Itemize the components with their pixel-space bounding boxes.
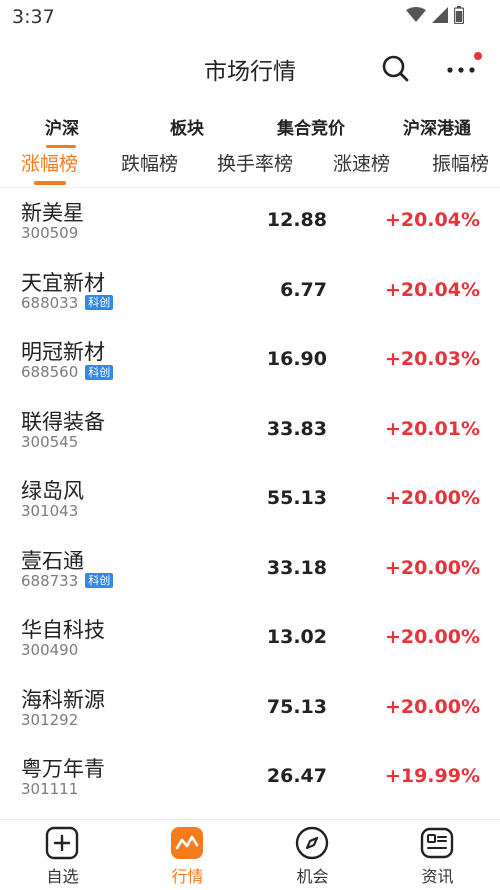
- tab-hushen[interactable]: 沪深: [45, 114, 79, 139]
- stock-price: 33.18: [266, 556, 327, 579]
- stock-code-group: 301043: [21, 502, 78, 520]
- stock-price: 55.13: [266, 487, 327, 509]
- stock-change: +20.04%: [384, 278, 480, 301]
- status-bar: 3:37: [0, 0, 500, 34]
- stock-change: +20.01%: [384, 417, 480, 440]
- stock-name: 天宜新材: [21, 270, 105, 295]
- status-icons: [406, 6, 464, 24]
- star-market-badge: 科创: [85, 364, 114, 380]
- search-icon: [382, 55, 409, 82]
- stock-name: 壹石通: [21, 548, 84, 573]
- stock-list: 新美星 300509 12.88 +20.04% 天宜新材 688033 科创 …: [0, 187, 500, 813]
- signal-icon: [432, 7, 448, 23]
- wifi-icon: [406, 7, 426, 22]
- stock-name: 新美星: [21, 201, 84, 225]
- stock-change: +20.00%: [384, 556, 480, 579]
- stock-row[interactable]: 绿岛风 301043 55.13 +20.00%: [0, 465, 500, 535]
- nav-label: 行情: [171, 867, 204, 886]
- nav-opportunity[interactable]: 机会: [250, 820, 375, 890]
- nav-label: 资讯: [421, 867, 454, 886]
- stock-code: 688560: [21, 363, 79, 381]
- nav-market[interactable]: 行情: [125, 820, 250, 890]
- star-market-badge: 科创: [85, 295, 114, 310]
- stock-price: 75.13: [266, 695, 327, 718]
- more-dots-icon: [447, 52, 482, 73]
- stock-row[interactable]: 壹石通 688733 科创 33.18 +20.00%: [0, 535, 500, 605]
- ranking-active-indicator: [34, 181, 66, 185]
- stock-price: 16.90: [266, 348, 327, 370]
- nav-label: 自选: [46, 867, 79, 886]
- category-tabs: 沪深 板块 集合竞价 沪深港通: [0, 114, 500, 148]
- nav-news[interactable]: 资讯: [375, 820, 500, 890]
- stock-name: 华自科技: [21, 618, 105, 642]
- nav-label: 机会: [296, 867, 329, 886]
- stock-name: 绿岛风: [21, 479, 84, 503]
- stock-name: 海科新源: [21, 687, 105, 712]
- stock-row[interactable]: 联得装备 300545 33.83 +20.01%: [0, 396, 500, 466]
- stock-name: 联得装备: [21, 409, 105, 434]
- stock-code: 301292: [21, 710, 79, 729]
- stock-code: 688733: [21, 571, 79, 590]
- stock-code-group: 300545: [21, 433, 78, 451]
- stock-code-group: 300490: [21, 641, 78, 659]
- tab-speed[interactable]: 涨速榜: [333, 149, 390, 176]
- tab-jihe-jingjia[interactable]: 集合竞价: [277, 114, 345, 139]
- tab-hushen-ganggu[interactable]: 沪深港通: [403, 114, 471, 139]
- stock-code: 300545: [21, 432, 79, 451]
- tab-amplitude[interactable]: 振幅榜: [432, 149, 489, 176]
- stock-price: 33.83: [266, 417, 327, 440]
- stock-name: 明冠新材: [21, 340, 105, 364]
- stock-price: 13.02: [266, 626, 327, 648]
- tab-losers[interactable]: 跌幅榜: [121, 149, 178, 176]
- star-market-badge: 科创: [85, 573, 114, 588]
- stock-row[interactable]: 天宜新材 688033 科创 6.77 +20.04%: [0, 257, 500, 327]
- stock-row[interactable]: 明冠新材 688560 科创 16.90 +20.03%: [0, 326, 500, 396]
- stock-change: +20.03%: [384, 348, 480, 370]
- search-button[interactable]: [379, 52, 413, 86]
- stock-code: 688033: [21, 293, 79, 312]
- stock-code: 300509: [21, 224, 79, 242]
- stock-change: +19.99%: [384, 765, 480, 787]
- stock-row[interactable]: 海科新源 301292 75.13 +20.00%: [0, 674, 500, 744]
- page-title: 市场行情: [204, 59, 296, 85]
- more-button[interactable]: [443, 50, 483, 84]
- stock-code-group: 688033 科创: [21, 293, 114, 312]
- nav-watchlist[interactable]: 自选: [0, 820, 125, 890]
- stock-change: +20.04%: [384, 209, 480, 231]
- battery-icon: [454, 6, 464, 24]
- tab-bankuai[interactable]: 板块: [170, 114, 204, 139]
- tab-gainers[interactable]: 涨幅榜: [21, 149, 78, 176]
- stock-code-group: 301292: [21, 711, 78, 729]
- stock-code: 300490: [21, 641, 79, 659]
- stock-row[interactable]: 华自科技 300490 13.02 +20.00%: [0, 604, 500, 674]
- stock-code-group: 688733 科创: [21, 571, 114, 590]
- app-header: 市场行情: [0, 34, 500, 100]
- stock-change: +20.00%: [384, 487, 480, 509]
- stock-code-group: 301111: [21, 780, 78, 798]
- ranking-tabs: 涨幅榜 跌幅榜 换手率榜 涨速榜 振幅榜: [0, 147, 500, 188]
- stock-code: 301043: [21, 502, 79, 520]
- stock-row[interactable]: 粤万年青 301111 26.47 +19.99%: [0, 743, 500, 813]
- stock-code: 301111: [21, 780, 79, 798]
- stock-code-group: 300509: [21, 224, 78, 242]
- news-icon: [420, 827, 454, 859]
- stock-price: 26.47: [266, 765, 327, 787]
- stock-price: 12.88: [266, 209, 327, 231]
- stock-change: +20.00%: [384, 695, 480, 718]
- status-time: 3:37: [12, 6, 55, 28]
- add-watchlist-icon: [45, 826, 79, 860]
- compass-icon: [295, 826, 329, 860]
- market-trend-icon: [171, 827, 203, 859]
- bottom-nav: 自选 行情 机会 资讯: [0, 819, 500, 890]
- stock-row[interactable]: 新美星 300509 12.88 +20.04%: [0, 187, 500, 257]
- stock-price: 6.77: [280, 278, 327, 301]
- tab-turnover[interactable]: 换手率榜: [217, 149, 293, 176]
- stock-change: +20.00%: [384, 626, 480, 648]
- stock-name: 粤万年青: [21, 757, 105, 781]
- stock-code-group: 688560 科创: [21, 363, 114, 381]
